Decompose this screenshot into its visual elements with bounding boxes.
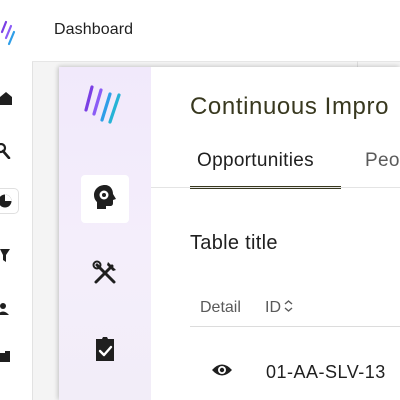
column-header-detail: Detail — [200, 299, 241, 316]
rail-item-tasks[interactable] — [81, 327, 129, 375]
people-icon — [0, 302, 10, 316]
table-row-id: 01-AA-SLV-13 — [266, 362, 386, 382]
nav-analytics[interactable] — [0, 189, 18, 213]
head-gear-icon — [93, 184, 117, 215]
table-title: Table title — [190, 232, 278, 254]
nav-search[interactable] — [0, 139, 20, 163]
rail-item-ai[interactable] — [81, 175, 129, 223]
app-panel: Continuous Impro Opportunities Peo Table… — [59, 67, 400, 400]
clipboard-check-icon — [94, 336, 116, 367]
app-sidebar — [59, 67, 151, 400]
sort-icon[interactable] — [284, 299, 293, 317]
tools-icon — [92, 260, 118, 291]
app-logo-icon[interactable] — [0, 14, 18, 48]
outer-sidebar — [0, 0, 33, 400]
folder-icon — [0, 351, 10, 363]
tabs-divider — [151, 187, 400, 188]
header-title: Dashboard — [54, 21, 134, 38]
column-header-id-label: ID — [265, 299, 281, 316]
search-icon — [0, 143, 12, 159]
nav-filter[interactable] — [0, 244, 20, 268]
rail-item-tools[interactable] — [81, 251, 129, 299]
eye-icon[interactable] — [211, 362, 233, 378]
column-header-id[interactable]: ID — [265, 299, 293, 317]
nav-home[interactable] — [0, 86, 20, 110]
top-header: Dashboard — [32, 0, 400, 62]
nav-people[interactable] — [0, 297, 20, 321]
filter-icon — [0, 249, 10, 263]
nav-folder[interactable] — [0, 345, 20, 369]
tab-opportunities[interactable]: Opportunities — [197, 150, 314, 172]
main-content: Continuous Impro Opportunities Peo Table… — [151, 67, 400, 400]
page-title: Continuous Impro — [190, 93, 390, 120]
tab-people[interactable]: Peo — [365, 150, 400, 172]
home-icon — [0, 91, 12, 105]
table-header-divider — [190, 326, 400, 327]
product-logo-icon[interactable] — [83, 82, 129, 126]
pie-chart-icon — [0, 194, 14, 208]
